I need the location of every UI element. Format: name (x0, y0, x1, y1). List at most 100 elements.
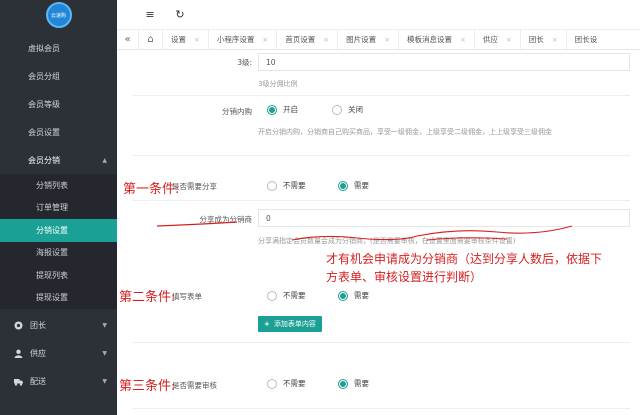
radio-label: 需要 (354, 291, 369, 300)
share-count-hint: 分享满指定会员数量会成为分销商，(是否需要审核，在设置里面需要审核条件设置) (258, 237, 516, 245)
need-review-no-radio[interactable]: 不需要 (267, 378, 306, 389)
close-icon[interactable]: × (323, 36, 329, 44)
annotation-scribbles (156, 221, 573, 241)
sidebar-group-supply[interactable]: 供应 ▼ (0, 339, 117, 367)
sidebar-item-member-settings[interactable]: 会员设置 (0, 118, 117, 146)
divider (132, 155, 630, 156)
radio-label: 不需要 (283, 379, 306, 388)
sidebar-subitem-order-management[interactable]: 订单管理 (0, 196, 117, 219)
radio-unchecked-icon (267, 180, 277, 191)
level3-input[interactable]: 10 (258, 53, 630, 71)
radio-unchecked-icon (332, 104, 342, 115)
sidebar-subitem-label: 提现列表 (36, 270, 68, 280)
sidebar-group-label: 配送 (30, 376, 46, 386)
sidebar-item-member-group[interactable]: 会员分组 (0, 62, 117, 90)
fill-form-label: 填写表单 (172, 292, 202, 301)
self-buy-off-radio[interactable]: 关闭 (332, 104, 363, 115)
tab-label: 小程序设置 (216, 35, 255, 44)
annotation-note-line-2: 方表单、审核设置进行判断） (326, 270, 483, 284)
add-form-content-button[interactable]: + 添加表单内容 (258, 316, 322, 332)
tab-home-settings[interactable]: 首页设置 × (277, 30, 339, 49)
caret-down-icon: ▼ (102, 321, 107, 329)
sidebar-item-member-distribution[interactable]: 会员分销 ▲ (0, 146, 117, 174)
annotation-condition-2: 第二条件: (119, 290, 176, 305)
need-share-yes-radio[interactable]: 需要 (338, 180, 369, 191)
person-icon (14, 349, 23, 358)
share-count-input[interactable]: 0 (258, 209, 630, 227)
logo[interactable]: 云速购 (45, 2, 72, 28)
sidebar-subitem-distribution-list[interactable]: 分销列表 (0, 174, 117, 197)
sidebar-subitem-withdraw-settings[interactable]: 提现设置 (0, 286, 117, 309)
sidebar-item-label: 会员等级 (28, 99, 60, 109)
need-share-label: 是否需要分享 (172, 182, 217, 191)
close-icon[interactable]: × (384, 36, 390, 44)
sidebar-item-label: 会员分销 (28, 155, 60, 165)
sidebar-item-label: 会员分组 (28, 71, 60, 81)
divider (132, 200, 630, 201)
caret-up-icon: ▲ (102, 156, 107, 164)
level3-hint: 3级分佣比例 (258, 80, 298, 88)
caret-down-icon: ▼ (102, 349, 107, 357)
radio-label: 需要 (354, 181, 369, 190)
sidebar: 云速购 虚拟会员 会员分组 会员等级 会员设置 会员分销 ▲ 分销列表 订单管理… (0, 0, 117, 415)
tab-label: 模板消息设置 (407, 35, 452, 44)
sidebar-group-delivery[interactable]: 配送 ▼ (0, 367, 117, 395)
button-label: 添加表单内容 (273, 320, 316, 328)
close-icon[interactable]: × (262, 36, 268, 44)
need-share-no-radio[interactable]: 不需要 (267, 180, 306, 191)
sidebar-group-leader[interactable]: 团长 ▼ (0, 311, 117, 339)
tab-miniprogram-settings[interactable]: 小程序设置 × (209, 30, 278, 49)
logo-text: 云速购 (50, 12, 66, 19)
tab-template-message-settings[interactable]: 模板消息设置 × (399, 30, 475, 49)
tab-leader-settings[interactable]: 团长设 (567, 30, 606, 49)
sidebar-subitem-label: 分销列表 (36, 180, 68, 190)
sidebar-subitem-withdraw-list[interactable]: 提现列表 (0, 264, 117, 287)
sidebar-item-virtual-member[interactable]: 虚拟会员 (0, 34, 117, 62)
tab-label: 设置 (171, 35, 186, 44)
tab-label: 首页设置 (285, 35, 316, 44)
tab-label: 图片设置 (346, 35, 377, 44)
radio-checked-icon (338, 180, 348, 191)
fill-form-yes-radio[interactable]: 需要 (338, 290, 369, 301)
sidebar-item-member-level[interactable]: 会员等级 (0, 90, 117, 118)
radio-checked-icon (338, 290, 348, 301)
logo-area: 云速购 (0, 0, 117, 30)
tab-label: 团长设 (574, 35, 598, 44)
tab-image-settings[interactable]: 图片设置 × (338, 30, 399, 49)
sidebar-subitem-poster-settings[interactable]: 海报设置 (0, 241, 117, 264)
close-icon[interactable]: × (194, 36, 200, 44)
tab-bar: « ⌂ 设置 × 小程序设置 × 首页设置 × 图片设置 × 模板消息设置 × 供应 × 团… (117, 30, 640, 50)
need-review-label: 是否需要审核 (172, 381, 217, 390)
sidebar-subitem-label: 海报设置 (36, 248, 68, 258)
need-review-yes-radio[interactable]: 需要 (338, 378, 369, 389)
sidebar-subitem-label: 分销设置 (36, 225, 68, 235)
self-buy-label: 分销内购 (222, 107, 252, 116)
plus-icon: + (264, 320, 270, 328)
sidebar-group-label: 团长 (30, 320, 46, 330)
menu-toggle-icon[interactable]: ≡ (135, 8, 165, 21)
tab-settings[interactable]: 设置 × (163, 30, 209, 49)
radio-label: 不需要 (283, 181, 306, 190)
annotation-condition-1: 第一条件: (123, 182, 180, 197)
radio-label: 关闭 (348, 105, 363, 114)
radio-checked-icon (267, 104, 277, 115)
annotation-note-line-1: 才有机会申请成为分销商（达到分享人数后，依据下 (326, 252, 603, 266)
sidebar-subitem-distribution-settings[interactable]: 分销设置 (0, 219, 117, 242)
topbar: ≡ ↻ (117, 0, 640, 30)
radio-checked-icon (338, 378, 348, 389)
radio-unchecked-icon (267, 378, 277, 389)
fill-form-no-radio[interactable]: 不需要 (267, 290, 306, 301)
tab-leader[interactable]: 团长 × (521, 30, 567, 49)
annotation-condition-3: 第三条件: (119, 379, 176, 394)
self-buy-on-radio[interactable]: 开启 (267, 104, 298, 115)
tab-supply[interactable]: 供应 × (475, 30, 521, 49)
refresh-icon[interactable]: ↻ (165, 8, 195, 21)
close-icon[interactable]: × (460, 36, 466, 44)
tab-scroll-left-icon[interactable]: « (117, 30, 139, 49)
divider (132, 95, 630, 96)
share-count-label: 分享成为分销商 (199, 215, 253, 224)
close-icon[interactable]: × (506, 36, 512, 44)
home-icon[interactable]: ⌂ (139, 30, 163, 49)
close-icon[interactable]: × (552, 36, 558, 44)
sidebar-item-label: 虚拟会员 (28, 43, 60, 53)
